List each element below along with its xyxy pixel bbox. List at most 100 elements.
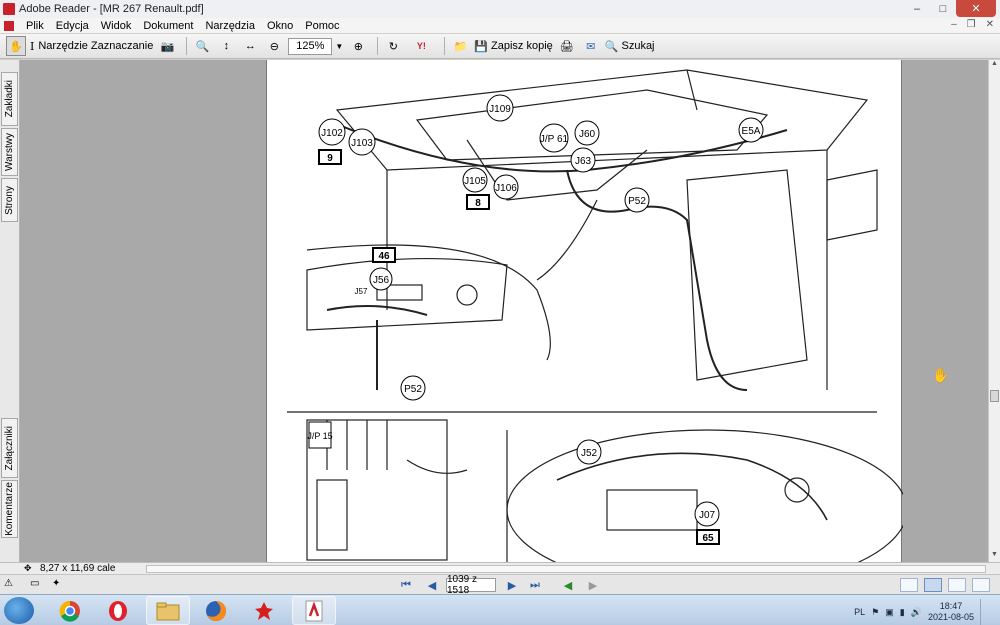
clock[interactable]: 18:47 2021-08-05 [928,601,974,623]
last-page-button[interactable]: ⏭ [527,578,543,592]
label-j56: J56 [369,267,393,291]
save-copy-button[interactable]: 💾 Zapisz kopię [474,36,552,56]
svg-text:J109: J109 [489,104,511,115]
pdf-page: J102 J103 J109 J/P 61 J60 J63 E5A J105 J… [266,60,903,562]
tab-comments-label: Komentarze [4,482,15,536]
document-view[interactable]: J102 J103 J109 J/P 61 J60 J63 E5A J105 J… [20,60,988,562]
wiring-diagram: J102 J103 J109 J/P 61 J60 J63 E5A J105 J… [287,69,903,562]
expand-icon[interactable]: ✦ [52,578,66,592]
menu-document[interactable]: Dokument [137,20,199,32]
label-j57: J57 [355,287,368,296]
doc-minimize-icon[interactable]: – [951,19,957,30]
email-icon[interactable]: ✉ [581,36,601,56]
select-tool-button[interactable]: I Narzędzie Zaznaczanie [30,36,153,56]
tray-flag-icon[interactable]: ⚑ [871,607,879,618]
first-page-button[interactable]: ⏮ [398,578,414,592]
zoom-dropdown-icon[interactable]: ▼ [334,36,344,56]
next-page-button[interactable]: ▶ [504,578,520,592]
label-p52-top: P52 [624,187,650,213]
label-j52: J52 [576,439,602,465]
menu-edit[interactable]: Edycja [50,20,95,32]
tab-bookmarks-label: Zakładki [4,80,15,118]
label-8: 8 [466,194,490,210]
page-number-field[interactable]: 1039 z 1518 [446,574,496,596]
svg-text:J52: J52 [581,448,598,459]
label-j103: J103 [348,128,376,156]
svg-text:46: 46 [378,251,390,262]
fit-width-icon[interactable]: ↔ [240,36,260,56]
show-desktop-button[interactable] [980,599,990,625]
menu-window[interactable]: Okno [261,20,299,32]
language-indicator[interactable]: PL [854,607,865,617]
horizontal-scrollbar[interactable] [146,565,986,573]
rotate-view-icon[interactable]: ↻ [383,36,403,56]
adobe-reader-taskbar-icon[interactable] [292,596,336,625]
tray-network-icon[interactable]: ▣ [885,607,894,618]
zoom-in-tool-icon[interactable]: 🔍 [192,36,212,56]
window-title: Adobe Reader - [MR 267 Renault.pdf] [19,3,204,15]
fit-page-icon[interactable]: ↕ [216,36,236,56]
hand-cursor-icon: ✋ [932,367,950,383]
menu-file[interactable]: Plik [20,20,50,32]
close-button[interactable]: ✕ [956,0,996,17]
file-explorer-icon[interactable] [146,596,190,625]
doc-restore-icon[interactable]: ❐ [967,19,976,30]
tab-bookmarks[interactable]: Zakładki [1,72,18,126]
facing-view-button[interactable] [948,578,966,592]
label-j63: J63 [570,147,596,173]
toolbar-separator [444,37,446,55]
taskbar: PL ⚑ ▣ ▮ 🔊 18:47 2021-08-05 [0,594,1000,625]
clock-date: 2021-08-05 [927,612,974,622]
continuous-view-button[interactable] [924,578,942,592]
page-size-label: 8,27 x 11,69 cale [40,563,116,574]
toolbar-separator [186,37,188,55]
yahoo-toolbar-icon[interactable]: Y! [407,36,435,56]
red-app-icon[interactable] [242,596,286,625]
menu-tools[interactable]: Narzędzia [199,20,261,32]
zoom-in-icon[interactable]: ⊕ [348,36,368,56]
chrome-icon[interactable] [48,596,92,625]
svg-text:J57: J57 [355,287,368,296]
vertical-scrollbar[interactable]: ▲ ▼ [988,60,1000,562]
svg-text:J07: J07 [699,510,716,521]
tray-volume-icon[interactable]: 🔊 [911,607,922,618]
label-jp15: J/P 15 [307,421,333,449]
tab-layers[interactable]: Warstwy [1,128,18,176]
menu-bar: Plik Edycja Widok Dokument Narzędzia Okn… [0,18,1000,33]
menu-view[interactable]: Widok [95,20,138,32]
hand-tool-button[interactable]: ✋ [6,36,26,56]
snapshot-tool-button[interactable]: 📷 [157,36,177,56]
previous-page-button[interactable]: ◀ [424,578,440,592]
scroll-down-icon[interactable]: ▼ [989,551,1000,562]
label-p52-middle: P52 [400,375,426,401]
opera-icon[interactable] [96,596,140,625]
print-icon[interactable]: 🖨 [557,36,577,56]
scroll-thumb[interactable] [990,390,999,402]
start-button[interactable] [4,597,34,624]
doc-close-icon[interactable]: ✕ [986,19,994,30]
tab-pages[interactable]: Strony [1,178,18,222]
svg-text:J103: J103 [351,138,373,149]
svg-text:J60: J60 [579,129,596,140]
label-j109: J109 [486,94,514,122]
tab-attachments[interactable]: Załączniki [1,418,18,478]
tab-comments[interactable]: Komentarze [1,480,18,538]
tab-pages-label: Strony [4,185,15,215]
continuous-facing-view-button[interactable] [972,578,990,592]
scroll-up-icon[interactable]: ▲ [989,60,1000,71]
minimize-button[interactable]: – [904,0,930,17]
single-page-view-button[interactable] [900,578,918,592]
menu-help[interactable]: Pomoc [299,20,345,32]
search-button[interactable]: 🔍 Szukaj [605,36,655,56]
zoom-out-icon[interactable]: ⊖ [264,36,284,56]
open-folder-icon[interactable]: 📁 [450,36,470,56]
tray-battery-icon[interactable]: ▮ [900,607,905,618]
firefox-icon[interactable] [194,596,238,625]
back-view-button[interactable]: ◀ [560,578,576,592]
maximize-button[interactable]: □ [930,0,956,17]
label-e5a: E5A [738,117,764,143]
zoom-level-input[interactable]: 125% [288,37,333,55]
page-thumbnail-icon[interactable]: ▭ [30,578,44,592]
forward-view-button[interactable]: ▶ [585,578,601,592]
label-jp61: J/P 61 [539,123,569,153]
